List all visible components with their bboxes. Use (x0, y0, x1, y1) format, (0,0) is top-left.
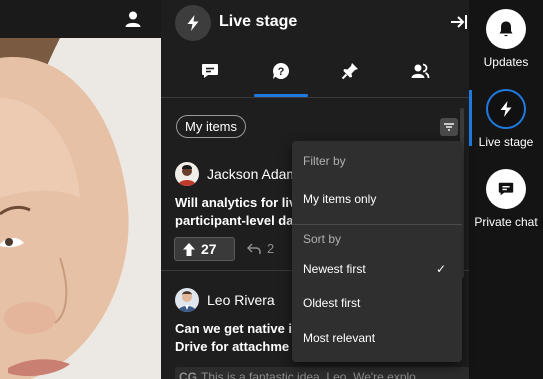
people-icon (411, 63, 430, 79)
pin-icon (341, 63, 358, 80)
sort-option-oldest-first[interactable]: Oldest first (292, 290, 462, 316)
question-author: Leo Rivera (207, 292, 275, 308)
stage-title: Live stage (219, 13, 298, 30)
tab-qa[interactable]: ? (255, 46, 307, 96)
chat-bubble-icon (498, 182, 514, 196)
sort-option-label: Most relevant (303, 331, 376, 345)
sort-option-label: Newest first (303, 262, 366, 276)
answer-preview[interactable]: CG This is a fantastic idea, Leo. We're e… (175, 367, 469, 379)
avatar (175, 288, 199, 312)
video-feed-face (0, 38, 161, 379)
app-window: Live stage ? My items Jackson Adam Will … (0, 0, 543, 379)
right-rail: Updates Live stage Private chat (469, 0, 543, 379)
rail-label: Live stage (478, 135, 534, 149)
stage-header: Live stage (161, 0, 469, 46)
menu-divider (292, 224, 462, 225)
tab-pinned[interactable] (324, 46, 376, 96)
reply-icon (247, 242, 261, 254)
filter-sort-button[interactable] (440, 118, 458, 136)
sort-option-newest-first[interactable]: Newest first ✓ (292, 256, 462, 282)
filter-by-heading: Filter by (303, 154, 346, 168)
rail-item-private-chat[interactable]: Private chat (469, 169, 543, 239)
sort-option-most-relevant[interactable]: Most relevant (292, 325, 462, 351)
answer-author-initials: CG (179, 370, 197, 379)
rail-item-updates[interactable]: Updates (469, 9, 543, 79)
collapse-panel-icon[interactable] (449, 12, 469, 32)
sort-option-label: Oldest first (303, 296, 361, 310)
chat-bubble-icon (202, 64, 218, 78)
tab-chat[interactable] (184, 46, 236, 96)
filter-icon (444, 123, 454, 131)
reply-count: 2 (267, 241, 275, 256)
reply-button[interactable]: 2 (247, 241, 274, 256)
answer-preview-text: This is a fantastic idea, Leo. We're exp… (201, 370, 416, 379)
svg-text:?: ? (278, 66, 285, 78)
question-bubble-icon: ? (272, 62, 290, 79)
check-icon: ✓ (435, 262, 446, 276)
tab-people[interactable] (394, 46, 446, 96)
sort-by-heading: Sort by (303, 232, 342, 246)
active-tab-indicator (254, 94, 308, 97)
arrow-up-icon (183, 242, 195, 256)
rail-label: Private chat (474, 215, 538, 229)
rail-item-live-stage[interactable]: Live stage (469, 89, 543, 159)
my-items-chip[interactable]: My items (176, 115, 246, 138)
video-top-bar (0, 0, 161, 38)
filter-option-my-items-only[interactable]: My items only (292, 186, 462, 212)
bolt-icon (500, 101, 512, 117)
rail-label: Updates (483, 55, 529, 69)
upvote-button[interactable]: 27 (174, 237, 235, 261)
upvote-count: 27 (201, 241, 217, 257)
rail-icon-circle (486, 9, 526, 49)
person-icon[interactable] (124, 10, 142, 28)
stage-tabs: ? (161, 46, 469, 98)
rail-icon-circle (486, 169, 526, 209)
bell-icon (499, 21, 513, 37)
video-tile (0, 0, 161, 379)
rail-icon-circle (486, 89, 526, 129)
filter-sort-menu: Filter by My items only Sort by Newest f… (292, 141, 462, 362)
avatar (175, 162, 199, 186)
question-author: Jackson Adam (207, 166, 299, 182)
stage-logo (175, 5, 211, 41)
bolt-icon (187, 15, 199, 31)
